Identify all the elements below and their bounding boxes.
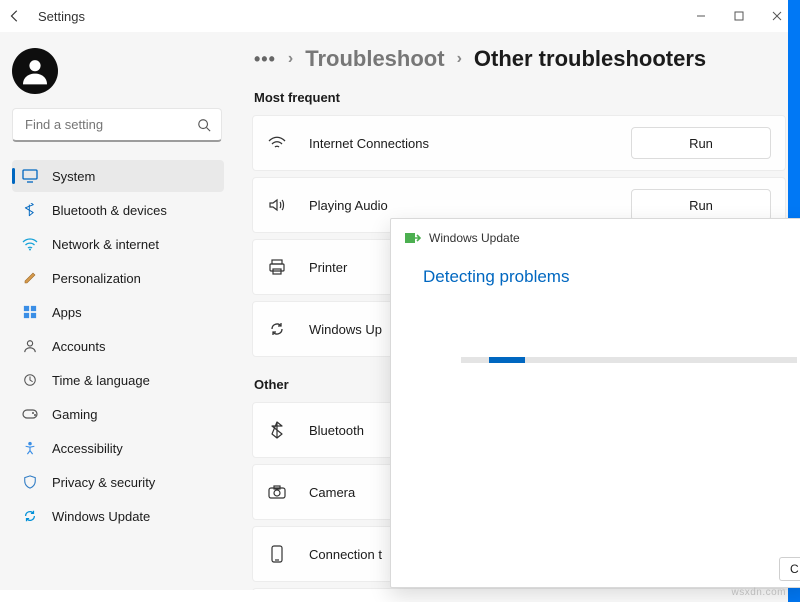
sidebar-item-label: Windows Update <box>52 509 150 524</box>
chevron-right-icon: › <box>457 50 462 68</box>
sidebar: System Bluetooth & devices Network & int… <box>0 32 232 590</box>
chevron-right-icon: › <box>288 50 293 68</box>
troubleshooter-label: Playing Audio <box>309 198 388 213</box>
dialog-icon <box>405 231 421 245</box>
sidebar-item-apps[interactable]: Apps <box>12 296 224 328</box>
section-title-most-frequent: Most frequent <box>254 90 786 105</box>
sidebar-item-label: Privacy & security <box>52 475 155 490</box>
troubleshooter-internet-connections[interactable]: Internet Connections Run <box>252 115 786 171</box>
troubleshooter-label: Internet Connections <box>309 136 429 151</box>
sidebar-item-label: Accessibility <box>52 441 123 456</box>
clock-globe-icon <box>22 372 38 388</box>
sidebar-item-label: Accounts <box>52 339 105 354</box>
camera-icon <box>267 482 287 502</box>
dialog-title: Windows Update <box>429 231 520 245</box>
search-icon <box>197 118 211 132</box>
dialog-footer: C <box>391 553 800 587</box>
sidebar-item-gaming[interactable]: Gaming <box>12 398 224 430</box>
gaming-icon <box>22 406 38 422</box>
bluetooth-icon <box>267 420 287 440</box>
nav-list: System Bluetooth & devices Network & int… <box>12 160 232 532</box>
wifi-icon <box>22 236 38 252</box>
sidebar-item-label: Bluetooth & devices <box>52 203 167 218</box>
sidebar-item-label: Personalization <box>52 271 141 286</box>
sync-icon <box>267 319 287 339</box>
troubleshooter-label: Camera <box>309 485 355 500</box>
sidebar-item-label: System <box>52 169 95 184</box>
sidebar-item-windows-update[interactable]: Windows Update <box>12 500 224 532</box>
sidebar-item-accounts[interactable]: Accounts <box>12 330 224 362</box>
bluetooth-icon <box>22 202 38 218</box>
troubleshooter-label: Connection t <box>309 547 382 562</box>
update-icon <box>22 508 38 524</box>
maximize-button[interactable] <box>720 2 758 30</box>
paintbrush-icon <box>22 270 38 286</box>
shield-icon <box>22 474 38 490</box>
sidebar-item-system[interactable]: System <box>12 160 224 192</box>
search-input[interactable] <box>23 116 193 133</box>
printer-icon <box>267 257 287 277</box>
troubleshooter-label: Printer <box>309 260 347 275</box>
dialog-header: Windows Update <box>391 219 800 249</box>
accessibility-icon <box>22 440 38 456</box>
search-input-wrapper[interactable] <box>12 108 222 142</box>
troubleshooter-label: Windows Up <box>309 322 382 337</box>
sidebar-item-label: Apps <box>52 305 82 320</box>
progress-bar-fill <box>489 357 525 363</box>
run-button[interactable]: Run <box>631 127 771 159</box>
run-button[interactable]: Run <box>631 189 771 221</box>
troubleshooter-dialog: Windows Update Detecting problems C <box>390 218 800 588</box>
apps-icon <box>22 304 38 320</box>
system-icon <box>22 168 38 184</box>
troubleshooter-incoming-connections[interactable]: Incoming Connections <box>252 588 786 590</box>
phone-icon <box>267 544 287 564</box>
window-titlebar: Settings <box>0 0 800 32</box>
minimize-button[interactable] <box>682 2 720 30</box>
sidebar-item-bluetooth-devices[interactable]: Bluetooth & devices <box>12 194 224 226</box>
wifi-signal-icon <box>267 133 287 153</box>
cancel-button[interactable]: C <box>779 557 800 581</box>
sidebar-item-time-language[interactable]: Time & language <box>12 364 224 396</box>
breadcrumb: ••• › Troubleshoot › Other troubleshoote… <box>254 46 786 72</box>
troubleshooter-label: Bluetooth <box>309 423 364 438</box>
sidebar-item-privacy-security[interactable]: Privacy & security <box>12 466 224 498</box>
app-title: Settings <box>38 9 85 24</box>
sidebar-item-network[interactable]: Network & internet <box>12 228 224 260</box>
sidebar-item-label: Network & internet <box>52 237 159 252</box>
sidebar-item-label: Time & language <box>52 373 150 388</box>
window-controls <box>682 2 796 30</box>
sidebar-item-accessibility[interactable]: Accessibility <box>12 432 224 464</box>
breadcrumb-overflow[interactable]: ••• <box>254 49 276 70</box>
accounts-icon <box>22 338 38 354</box>
breadcrumb-parent[interactable]: Troubleshoot <box>305 46 444 72</box>
back-button[interactable] <box>8 9 22 23</box>
speaker-icon <box>267 195 287 215</box>
breadcrumb-current: Other troubleshooters <box>474 46 706 72</box>
sidebar-item-personalization[interactable]: Personalization <box>12 262 224 294</box>
dialog-status-text: Detecting problems <box>391 249 800 287</box>
user-avatar[interactable] <box>12 48 58 94</box>
sidebar-item-label: Gaming <box>52 407 98 422</box>
watermark: wsxdn.com <box>731 587 786 598</box>
